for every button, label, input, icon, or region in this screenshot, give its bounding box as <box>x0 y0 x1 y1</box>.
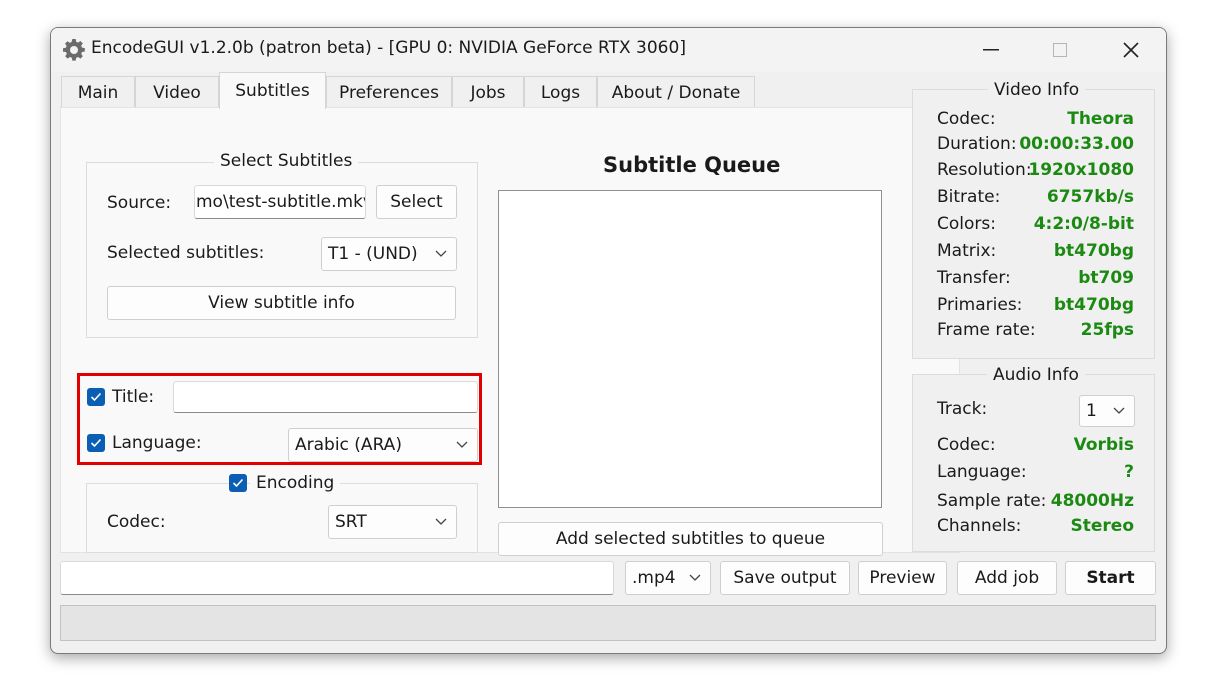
app-window: EncodeGUI v1.2.0b (patron beta) - [GPU 0… <box>50 27 1167 654</box>
row-value: 48000Hz <box>1050 491 1134 511</box>
video-info-title: Video Info <box>988 80 1086 100</box>
video-info-group: Video Info Codec: Theora Duration: 00:00:3… <box>912 80 1155 359</box>
close-button[interactable] <box>1108 35 1154 65</box>
row-key: Matrix: <box>937 241 997 261</box>
tab-video[interactable]: Video <box>135 76 219 108</box>
encoding-group: Encoding Codec: SRT <box>86 473 478 553</box>
tab-subtitles[interactable]: Subtitles <box>219 72 326 109</box>
chevron-down-icon <box>689 574 701 581</box>
row-value: bt470bg <box>1053 241 1134 261</box>
chevron-down-icon <box>456 441 468 448</box>
select-source-button[interactable]: Select <box>376 185 457 219</box>
encoding-checkbox[interactable] <box>229 474 247 492</box>
row-value: bt709 <box>1078 268 1134 288</box>
row-value: Vorbis <box>1073 435 1134 455</box>
tab-about-donate[interactable]: About / Donate <box>597 76 755 108</box>
row-key: Primaries: <box>937 295 1023 315</box>
track-value: 1 <box>1086 401 1097 421</box>
checkmark-icon <box>90 438 102 448</box>
codec-select[interactable]: SRT <box>328 505 457 539</box>
preview-button[interactable]: Preview <box>858 561 947 595</box>
source-field[interactable]: mo\test-subtitle.mkv <box>194 185 366 219</box>
title-checkbox[interactable] <box>87 388 105 406</box>
title-input[interactable] <box>173 381 478 413</box>
selected-subtitles-select[interactable]: T1 - (UND) <box>321 237 457 271</box>
tab-preferences[interactable]: Preferences <box>326 76 452 108</box>
chevron-down-icon <box>435 518 447 525</box>
track-select[interactable]: 1 <box>1079 395 1135 427</box>
add-to-queue-button[interactable]: Add selected subtitles to queue <box>498 522 883 556</box>
codec-value: SRT <box>335 512 367 532</box>
title-label: Title: <box>112 387 155 407</box>
language-checkbox[interactable] <box>87 434 105 452</box>
codec-label: Codec: <box>107 512 166 532</box>
subtitle-queue-title: Subtitle Queue <box>603 153 781 177</box>
select-subtitles-group: Select Subtitles Source: mo\test-subtitl… <box>86 151 478 338</box>
tab-logs[interactable]: Logs <box>524 76 597 108</box>
minimize-icon <box>983 49 999 51</box>
row-key: Channels: <box>937 516 1022 536</box>
row-value: 1920x1080 <box>1028 160 1134 180</box>
row-value: ? <box>1124 462 1134 482</box>
start-button[interactable]: Start <box>1065 561 1156 595</box>
audio-info-title: Audio Info <box>987 365 1085 385</box>
row-value: 6757kb/s <box>1046 187 1134 207</box>
audio-info-group: Audio Info Track: 1 Codec: Vorbis Languag… <box>912 365 1155 552</box>
save-output-button[interactable]: Save output <box>720 561 850 595</box>
row-key: Resolution: <box>937 160 1032 180</box>
maximize-button[interactable] <box>1037 35 1083 65</box>
language-value: Arabic (ARA) <box>295 435 402 455</box>
subtitle-queue-list[interactable] <box>498 190 882 508</box>
title-bar: EncodeGUI v1.2.0b (patron beta) - [GPU 0… <box>51 28 1166 72</box>
minimize-button[interactable] <box>968 35 1014 65</box>
add-job-button[interactable]: Add job <box>957 561 1057 595</box>
encoding-label: Encoding <box>250 473 341 493</box>
track-label: Track: <box>937 399 988 419</box>
checkmark-icon <box>90 392 102 402</box>
row-key: Frame rate: <box>937 320 1036 340</box>
row-key: Sample rate: <box>937 491 1047 511</box>
source-label: Source: <box>107 193 172 213</box>
container-select[interactable]: .mp4 <box>625 561 711 595</box>
language-label: Language: <box>112 433 202 453</box>
row-value: 25fps <box>1080 320 1134 340</box>
chevron-down-icon <box>435 250 447 257</box>
selected-subtitles-value: T1 - (UND) <box>328 244 418 264</box>
row-value: Theora <box>1067 109 1134 129</box>
tab-main[interactable]: Main <box>61 76 135 108</box>
row-value: 00:00:33.00 <box>1019 134 1134 154</box>
view-subtitle-info-button[interactable]: View subtitle info <box>107 286 456 320</box>
window-title: EncodeGUI v1.2.0b (patron beta) - [GPU 0… <box>91 38 686 58</box>
row-key: Codec: <box>937 109 996 129</box>
gear-icon <box>63 39 85 61</box>
select-subtitles-title: Select Subtitles <box>214 151 359 171</box>
progress-bar <box>60 605 1156 641</box>
container-value: .mp4 <box>632 568 676 588</box>
row-key: Language: <box>937 462 1027 482</box>
checkmark-icon <box>232 478 244 488</box>
chevron-down-icon <box>1113 407 1125 414</box>
row-key: Duration: <box>937 134 1017 154</box>
row-value: Stereo <box>1070 516 1135 536</box>
row-key: Transfer: <box>937 268 1011 288</box>
tab-jobs[interactable]: Jobs <box>452 76 524 108</box>
selected-subtitles-label: Selected subtitles: <box>107 243 265 263</box>
row-value: 4:2:0/8-bit <box>1033 214 1134 234</box>
language-select[interactable]: Arabic (ARA) <box>288 428 478 462</box>
row-key: Bitrate: <box>937 187 1001 207</box>
maximize-icon <box>1053 43 1067 57</box>
row-value: bt470bg <box>1053 295 1134 315</box>
row-key: Codec: <box>937 435 996 455</box>
output-path-input[interactable] <box>60 561 614 595</box>
row-key: Colors: <box>937 214 996 234</box>
close-icon <box>1123 42 1139 58</box>
subtitles-panel: Select Subtitles Source: mo\test-subtitl… <box>60 107 960 556</box>
